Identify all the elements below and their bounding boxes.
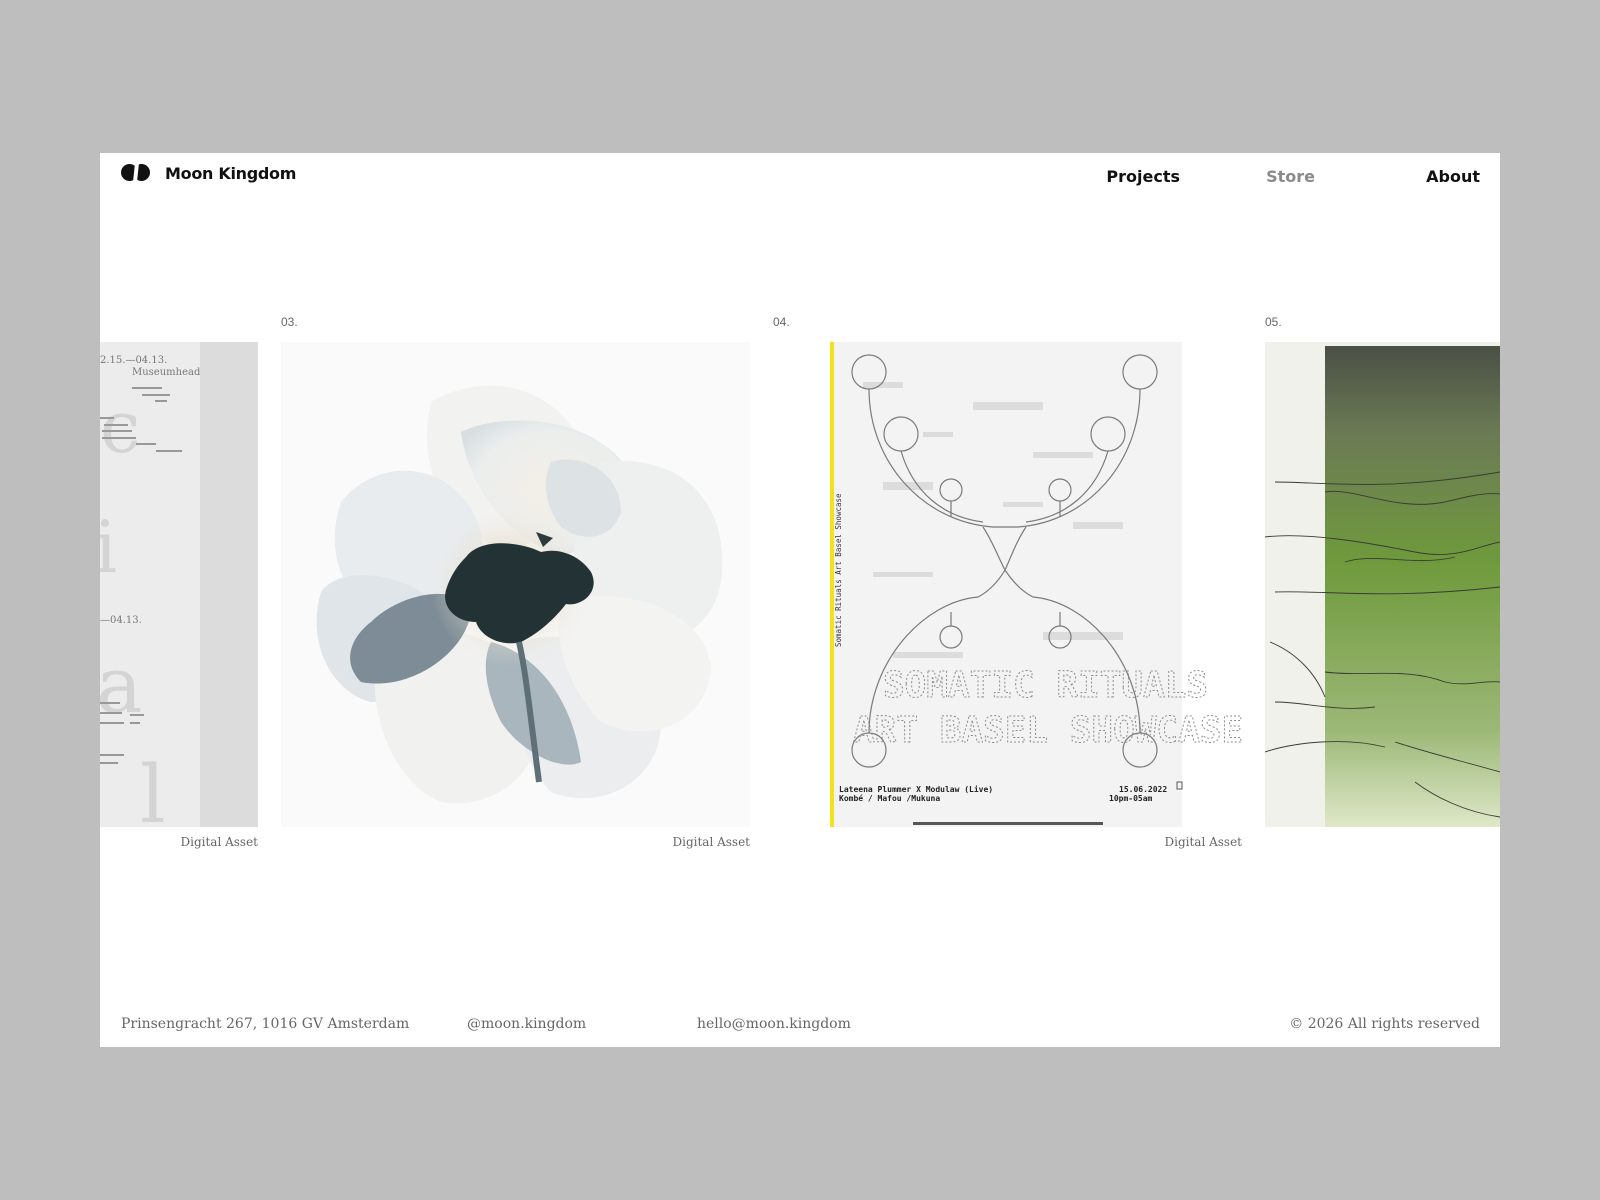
card-image-green-print[interactable] xyxy=(1265,342,1500,827)
poster-performers-2: Kombé / Mafou /Mukuna xyxy=(839,793,940,803)
card-category: Digital Asset xyxy=(180,835,258,849)
nav-projects[interactable]: Projects xyxy=(1106,167,1180,186)
page-container: Moon Kingdom Projects Store About 2.15.—… xyxy=(100,153,1500,1047)
brand-logo[interactable]: Moon Kingdom xyxy=(121,163,296,183)
footer: Prinsengracht 267, 1016 GV Amsterdam @mo… xyxy=(100,1016,1500,1036)
brand-name: Moon Kingdom xyxy=(165,163,297,183)
card-category: Digital Asset xyxy=(672,835,750,849)
card-number: 05. xyxy=(1265,315,1282,329)
card-image-flower[interactable] xyxy=(281,342,750,827)
poster-performers: Lateena Plummer X Modulaw (Live) xyxy=(839,784,993,794)
svg-text:SOMATIC RITUALS: SOMATIC RITUALS xyxy=(883,665,1208,706)
moon-logo-icon xyxy=(121,163,151,183)
card-category: Digital Asset xyxy=(1164,835,1242,849)
poster-dates: 2.15.—04.13. xyxy=(100,355,167,366)
poster-dates-2: —04.13. xyxy=(100,615,142,626)
card-number: 03. xyxy=(281,315,298,329)
svg-text:ART BASEL SHOWCASE: ART BASEL SHOWCASE xyxy=(853,710,1242,751)
poster-side-title: Somatic Rituals Art Basel Showcase xyxy=(834,493,843,647)
card-number: 04. xyxy=(773,315,790,329)
card-image-poster[interactable]: 2.15.—04.13. Museumhead c i a l —04.13. xyxy=(100,342,258,827)
footer-address: Prinsengracht 267, 1016 GV Amsterdam xyxy=(121,1016,410,1032)
svg-text:i: i xyxy=(100,505,117,589)
poster-venue: Museumhead xyxy=(132,367,201,378)
card-image-event-poster[interactable]: SOMATIC RITUALS ART BASEL SHOWCASE Somat… xyxy=(773,342,1242,827)
footer-email-link[interactable]: hello@moon.kingdom xyxy=(697,1016,851,1032)
poster-date: 15.06.2022 xyxy=(1119,785,1167,794)
footer-instagram-link[interactable]: @moon.kingdom xyxy=(467,1016,586,1032)
svg-text:c: c xyxy=(100,385,140,469)
nav-about[interactable]: About xyxy=(1426,167,1480,186)
svg-text:l: l xyxy=(140,748,166,827)
poster-time: 10pm-05am xyxy=(1109,794,1153,803)
svg-text:a: a xyxy=(100,641,143,731)
footer-copyright: © 2026 All rights reserved xyxy=(1289,1016,1480,1032)
nav-store[interactable]: Store xyxy=(1266,167,1315,186)
